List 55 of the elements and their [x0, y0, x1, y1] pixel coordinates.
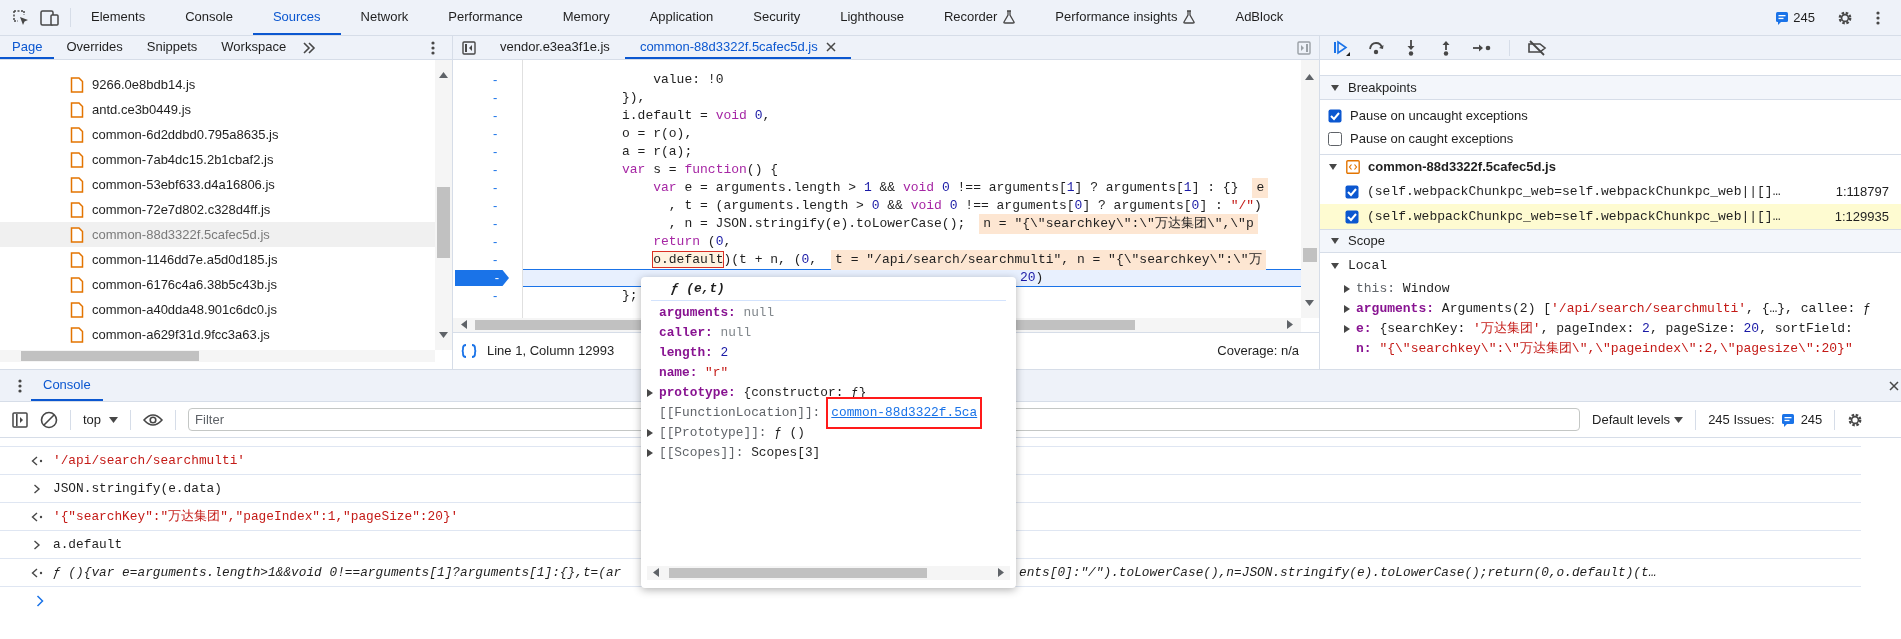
object-property: [[Scopes]]: Scopes[3] [659, 444, 821, 463]
console-output-text: ents[0]:"/").toLowerCase(),n=JSON.stringify(e).toLowerCase();return(0,o.default)(t… [1019, 563, 1657, 582]
object-property: length: 2 [659, 344, 729, 363]
object-property: [[Prototype]]: ƒ () [659, 424, 805, 443]
code-line: }), [622, 89, 646, 108]
code-line: , t = (arguments.length > 0 && void 0 !== arguments[0] ? arguments[0] : "/") [667, 197, 1262, 216]
scope-variable: n: "{\"searchkey\":\"万达集团\",\"pageindex\":2,\"pagesize\":20}" [1356, 340, 1853, 359]
line-number: - [493, 89, 498, 108]
object-property: caller: null [659, 324, 752, 343]
code-line: var s = function() { [622, 161, 779, 180]
code-line: o.default)(t + n, (0, [652, 251, 818, 270]
line-number: - [493, 161, 498, 180]
scope-variable: this: Window [1356, 280, 1450, 299]
line-number: - [493, 197, 498, 216]
line-number: - [493, 233, 498, 252]
console-command-text: a.default [53, 535, 123, 554]
breakpoint-location: 1:118797 [1835, 182, 1889, 201]
breakpoint-code: (self.webpackChunkpc_web=self.webpackChunkpc_web||[]… [1367, 207, 1781, 226]
function-signature: ƒ (e,t) [671, 279, 725, 298]
checkbox-label: Pause on uncaught exceptions [1350, 106, 1528, 125]
scope-variable: e: {searchKey: '万达集团', pageIndex: 2, pageSize: 20, sortField: [1356, 320, 1853, 339]
code-line: 20) [1020, 269, 1044, 288]
code-line: , n = JSON.stringify(e).toLowerCase(); [667, 215, 966, 234]
inline-value: n = "{\"searchkey\":\"万达集团\",\"p [979, 214, 1258, 234]
line-number: - [493, 179, 498, 198]
object-property: name: "r" [659, 364, 729, 383]
console-command-text: JSON.stringify(e.data) [53, 479, 222, 498]
coverage-status: Coverage: n/a [1217, 342, 1300, 361]
cursor-position: Line 1, Column 12993 [487, 342, 615, 361]
console-output-text: '/api/search/searchmulti' [53, 451, 245, 470]
breakpoint-file-name: common-88d3322f.5cafec5d.js [1368, 158, 1556, 177]
breakpoint-location: 1:129935 [1834, 207, 1889, 226]
inline-value: t = "/api/search/searchmulti", n = "{\"searchkey\":\"万 [831, 250, 1266, 270]
line-number: - [493, 107, 498, 126]
line-number: - [493, 125, 498, 144]
code-line: value: !0 [652, 71, 724, 90]
line-number: - [493, 71, 498, 90]
code-line: }; [622, 287, 638, 306]
code-line: return (0, [652, 233, 732, 252]
console-output-text: ƒ (){var e=arguments.length>1&&void 0!==arguments[1]?arguments[1]:{},t=(ar [53, 564, 622, 580]
object-property: arguments: null [659, 304, 775, 323]
console-output-text: '{"searchKey":"万达集团","pageIndex":1,"pageSize":20}' [53, 507, 459, 526]
code-line: o = r(o), [622, 125, 693, 144]
code-line: a = r(a); [622, 143, 693, 162]
line-number: - [493, 215, 498, 234]
scope-variable: arguments: Arguments(2) ['/api/search/searchmulti', {…}, callee: ƒ [1356, 300, 1871, 319]
line-number: - [493, 287, 498, 306]
line-number: - [493, 143, 498, 162]
inline-value: e [1252, 178, 1269, 198]
line-number: - [493, 251, 498, 270]
breakpoint-code: (self.webpackChunkpc_web=self.webpackChunkpc_web||[]… [1367, 182, 1781, 201]
code-line: var e = arguments.length > 1 && void 0 !== arguments[1] ? arguments[1] : {} [652, 179, 1239, 198]
property-name: [[FunctionLocation]]: [659, 404, 821, 423]
checkbox-label: Pause on caught exceptions [1350, 129, 1514, 148]
code-line: i.default = void 0, [622, 107, 771, 126]
